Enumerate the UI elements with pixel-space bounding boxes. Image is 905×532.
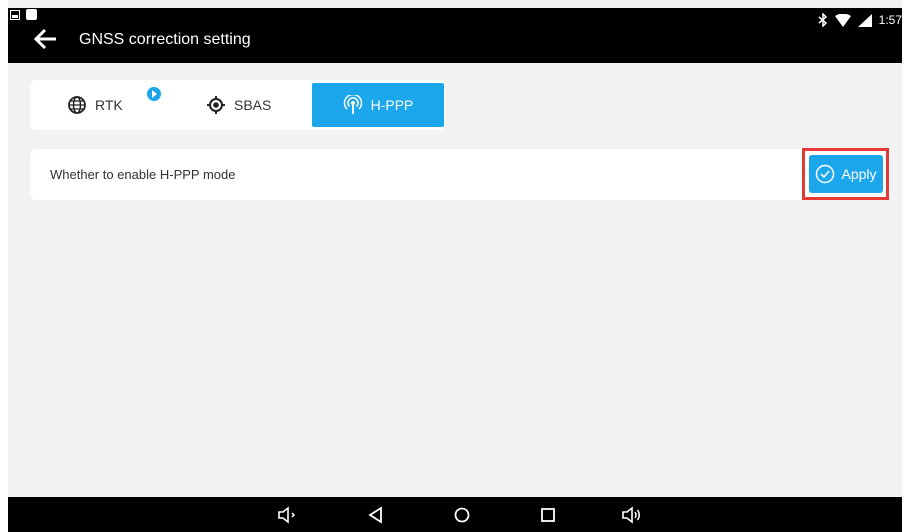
back-button[interactable] bbox=[28, 22, 62, 56]
volume-down-icon bbox=[278, 506, 296, 524]
check-circle-icon bbox=[816, 164, 835, 184]
home-nav-button[interactable] bbox=[450, 503, 474, 527]
status-bar-right: 1:57 bbox=[818, 13, 902, 27]
arrow-left-icon bbox=[33, 28, 56, 50]
volume-up-icon bbox=[622, 506, 640, 524]
screen-border-left bbox=[0, 0, 8, 532]
correction-tabs: RTK SBAS H-PPP bbox=[30, 80, 445, 130]
circle-home-icon bbox=[454, 507, 470, 523]
play-badge-icon bbox=[147, 87, 161, 101]
square-recents-icon bbox=[541, 508, 555, 522]
tab-hppp-label: H-PPP bbox=[370, 97, 414, 113]
volume-down-button[interactable] bbox=[276, 503, 300, 527]
apply-label: Apply bbox=[841, 166, 877, 182]
option-label: Whether to enable H-PPP mode bbox=[50, 167, 236, 182]
tab-sbas-label: SBAS bbox=[234, 97, 272, 113]
antenna-icon bbox=[343, 95, 362, 114]
recents-nav-button[interactable] bbox=[536, 503, 560, 527]
globe-icon bbox=[68, 96, 86, 114]
page-title: GNSS correction setting bbox=[79, 31, 251, 48]
tab-hppp[interactable]: H-PPP bbox=[312, 83, 444, 127]
system-nav-bar bbox=[8, 497, 902, 532]
tab-rtk[interactable]: RTK bbox=[67, 83, 123, 127]
tab-rtk-label: RTK bbox=[95, 97, 123, 113]
cell-signal-icon bbox=[857, 13, 872, 27]
apply-button[interactable]: Apply bbox=[809, 155, 883, 193]
screenshot-status-icon bbox=[10, 10, 20, 20]
target-icon bbox=[207, 96, 225, 114]
volume-up-button[interactable] bbox=[620, 503, 644, 527]
hppp-option-row: Whether to enable H-PPP mode Apply bbox=[30, 148, 890, 200]
back-nav-button[interactable] bbox=[364, 503, 388, 527]
bluetooth-icon bbox=[818, 13, 827, 27]
notification-status-icon bbox=[26, 9, 37, 20]
title-bar: GNSS correction setting 1:57 bbox=[8, 8, 902, 63]
wifi-icon bbox=[834, 13, 851, 27]
triangle-back-icon bbox=[368, 506, 382, 524]
tab-sbas[interactable]: SBAS bbox=[206, 83, 271, 127]
clock: 1:57 bbox=[878, 13, 902, 27]
